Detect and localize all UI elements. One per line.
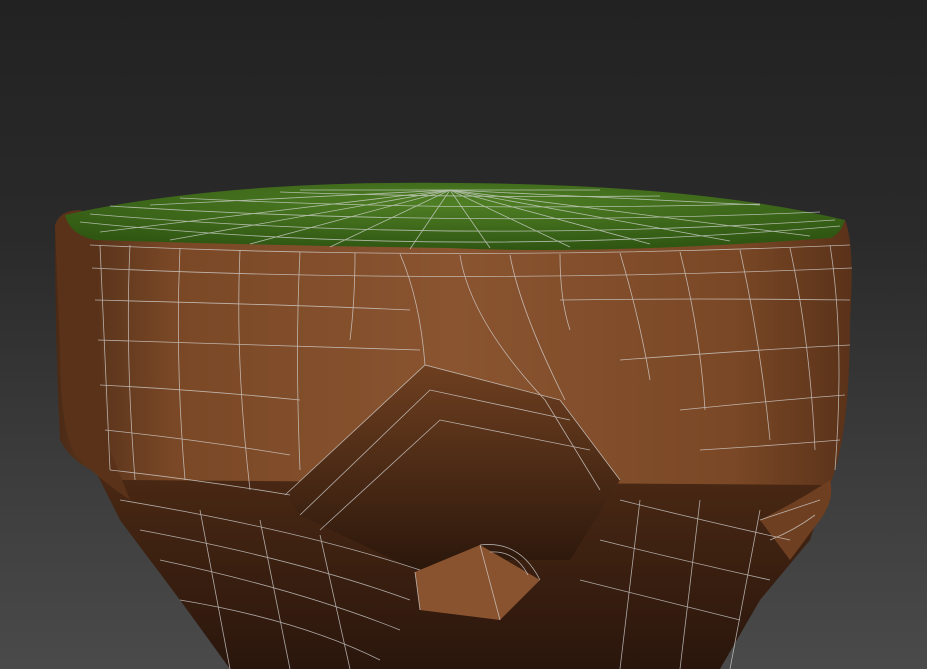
wireframe-model: [55, 182, 853, 669]
3d-viewport[interactable]: [0, 0, 927, 669]
grass-top: [65, 182, 845, 251]
